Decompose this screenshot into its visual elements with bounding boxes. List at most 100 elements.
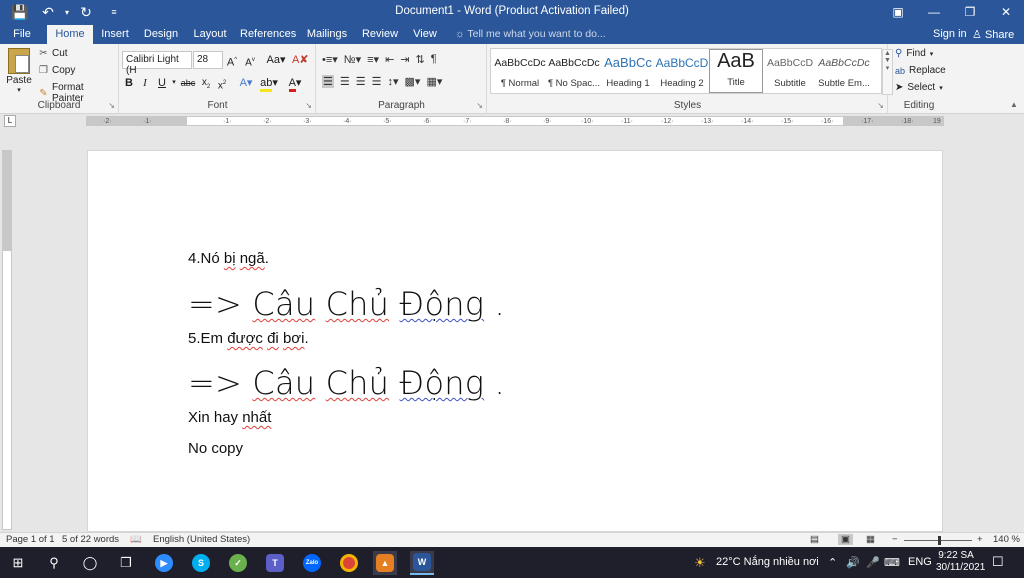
dialog-launcher-icon[interactable]: ↘ [108,101,115,110]
italic-button[interactable]: I [140,74,150,92]
read-mode-icon[interactable]: ▤ [810,534,819,545]
document-page[interactable]: 4.Nó bị ngã. => Câu Chủ Động . 5.Em được… [87,150,943,532]
cut-button[interactable]: ✂ Cut [38,48,67,59]
text-effects-icon[interactable]: A▾ [238,74,254,92]
style-heading-1[interactable]: AaBbCc Heading 1 [601,49,655,93]
style-subtle-emphasis[interactable]: AaBbCcDc Subtle Em... [817,49,871,93]
shrink-font-icon[interactable]: Av [244,51,256,69]
language-indicator[interactable]: English (United States) [153,534,250,545]
font-color-icon[interactable]: A▾ [286,74,304,92]
chrome-icon[interactable] [337,551,361,575]
tab-mailings[interactable]: Mailings [306,25,348,44]
word-count[interactable]: 5 of 22 words [62,534,119,545]
style-no-spacing[interactable]: AaBbCcDc ¶ No Spac... [547,49,601,93]
tab-file[interactable]: File [4,25,40,44]
weather-icon[interactable]: ☀ [694,555,706,571]
copy-button[interactable]: ❐ Copy [38,65,75,76]
app-icon[interactable]: ▲ [373,551,397,575]
web-layout-icon[interactable]: ▦ [866,534,875,545]
multilevel-list-icon[interactable]: ≡▾ [367,53,379,66]
doc-line-3[interactable]: 5.Em được đi bơi. [188,330,309,347]
grow-font-icon[interactable]: A^ [226,51,238,69]
collapse-ribbon-icon[interactable]: ▲ [1010,100,1018,109]
weather-text[interactable]: 22°C Nắng nhiều nơi [716,556,819,568]
zoom-out-button[interactable]: − [892,534,898,545]
decrease-indent-icon[interactable]: ⇤ [385,53,394,66]
windows-start-icon[interactable]: ⊞ [6,551,30,575]
superscript-button[interactable]: x2 [216,74,228,92]
print-layout-icon[interactable]: ▣ [838,534,853,545]
input-language[interactable]: ENG [908,556,932,568]
align-center-icon[interactable]: ☰ [340,75,350,88]
restore-button[interactable]: ❐ [952,0,988,24]
zoom-slider-thumb[interactable] [938,536,941,545]
clock[interactable]: 9:22 SA 30/11/2021 [936,550,985,574]
sign-in-link[interactable]: Sign in [933,28,967,40]
zoom-in-button[interactable]: + [977,534,983,545]
tab-view[interactable]: View [410,25,440,44]
doc-line-5[interactable]: Xin hay nhất [188,409,271,426]
page-count[interactable]: Page 1 of 1 [6,534,55,545]
vertical-ruler[interactable] [2,150,12,530]
tab-insert[interactable]: Insert [98,25,132,44]
minimize-button[interactable]: — [916,0,952,24]
style-heading-2[interactable]: AaBbCcD Heading 2 [655,49,709,93]
line-spacing-icon[interactable]: ↕▾ [388,75,399,88]
doc-line-6[interactable]: No copy [188,440,243,457]
font-size-select[interactable]: 28 [193,51,223,69]
style-normal[interactable]: AaBbCcDc ¶ Normal [493,49,547,93]
close-button[interactable]: ✕ [988,0,1024,24]
style-title[interactable]: AaB Title [709,49,763,93]
dialog-launcher-icon[interactable]: ↘ [305,101,312,110]
keyboard-icon[interactable]: ⌨ [884,556,900,569]
word-icon[interactable]: W [410,551,434,575]
doc-line-2[interactable]: => Câu Chủ Động . [188,285,505,323]
tell-me-input[interactable]: ☼ Tell me what you want to do... [455,28,606,40]
clear-formatting-icon[interactable]: A✘ [292,51,309,69]
volume-icon[interactable]: 🔊 [846,556,860,569]
paste-button[interactable]: Paste ▾ [6,48,32,94]
tab-design[interactable]: Design [142,25,180,44]
tab-layout[interactable]: Layout [190,25,230,44]
increase-indent-icon[interactable]: ⇥ [400,53,409,66]
chevron-down-icon[interactable]: ▾ [170,74,178,92]
tab-selector-icon[interactable]: L [4,115,16,127]
ribbon-display-icon[interactable]: ▣ [880,0,916,24]
bold-button[interactable]: B [124,74,134,92]
change-case-icon[interactable]: Aa▾ [266,51,286,69]
underline-button[interactable]: U [156,74,168,92]
doc-line-4[interactable]: => Câu Chủ Động . [188,364,505,402]
subscript-button[interactable]: x2 [200,74,212,92]
font-name-select[interactable]: Calibri Light (H [122,51,192,76]
microphone-icon[interactable]: 🎤 [866,556,880,569]
zoom-app-icon[interactable]: ▶ [152,551,176,575]
highlight-color-icon[interactable]: ab▾ [260,74,278,92]
bullets-icon[interactable]: •≡▾ [322,53,338,66]
show-formatting-icon[interactable]: ¶ [431,53,437,66]
chevron-up-icon[interactable]: ⌃ [828,556,837,569]
search-icon[interactable]: ⚲ [42,551,66,575]
strikethrough-button[interactable]: abc [180,74,196,92]
find-button[interactable]: ⚲ Find ▾ [895,48,933,59]
numbering-icon[interactable]: №▾ [344,53,361,66]
notifications-icon[interactable]: ☐ [992,554,1004,570]
tab-home[interactable]: Home [47,25,93,44]
borders-icon[interactable]: ▦▾ [426,75,442,88]
teams-icon[interactable]: T [263,551,287,575]
share-button[interactable]: ♙ Share [972,28,1014,41]
zalo-icon[interactable]: Zalo [300,551,324,575]
dialog-launcher-icon[interactable]: ↘ [476,101,483,110]
dialog-launcher-icon[interactable]: ↘ [877,101,884,110]
tab-references[interactable]: References [240,25,296,44]
task-view-icon[interactable]: ❐ [114,551,138,575]
align-right-icon[interactable]: ☰ [356,75,366,88]
sort-icon[interactable]: ⇅ [416,53,425,66]
doc-line-1[interactable]: 4.Nó bị ngã. [188,250,269,267]
style-subtitle[interactable]: AaBbCcD Subtitle [763,49,817,93]
align-left-icon[interactable]: ☰ [322,75,334,88]
app-icon[interactable]: ✓ [226,551,250,575]
zoom-level[interactable]: 140 % [993,534,1020,545]
proofing-icon[interactable]: 📖 [130,534,142,545]
select-button[interactable]: ➤ Select ▾ [895,82,943,93]
skype-icon[interactable]: S [189,551,213,575]
